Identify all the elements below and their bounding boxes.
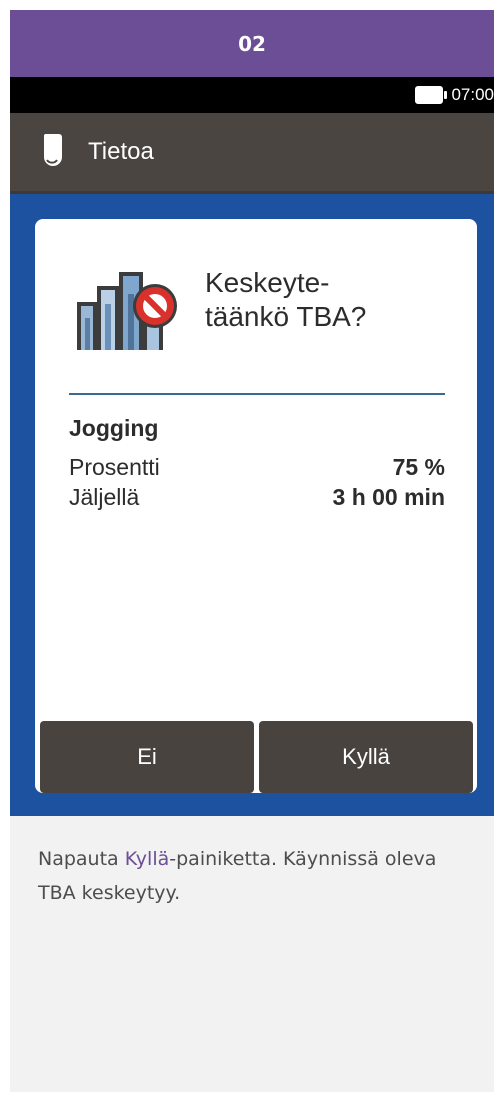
screen-frame: 02 07:00 Tietoa Keskeyte- täänkö TBA? Jo… bbox=[10, 10, 494, 1092]
dialog-question: Keskeyte- täänkö TBA? bbox=[205, 266, 425, 334]
instruction-highlight: Kyllä bbox=[124, 848, 170, 870]
device-content-area: Keskeyte- täänkö TBA? Jogging Prosentti … bbox=[10, 194, 494, 816]
step-number: 02 bbox=[238, 31, 266, 56]
device-status-bar: 07:00 bbox=[10, 77, 494, 113]
status-time: 07:00 bbox=[451, 85, 494, 104]
device-title-bar: Tietoa bbox=[10, 113, 494, 194]
confirm-dialog: Keskeyte- täänkö TBA? Jogging Prosentti … bbox=[35, 219, 477, 793]
info-pump-icon bbox=[43, 134, 62, 166]
percent-value: 75 % bbox=[392, 454, 445, 480]
page-title: Tietoa bbox=[88, 138, 154, 165]
dialog-header: Keskeyte- täänkö TBA? bbox=[73, 264, 425, 352]
instruction-text: Napauta Kyllä-painiketta. Käynnissä olev… bbox=[10, 816, 494, 1092]
remaining-label: Jäljellä bbox=[69, 484, 140, 510]
instruction-prefix: Napauta bbox=[38, 848, 125, 870]
percent-label: Prosentti bbox=[69, 454, 160, 480]
question-line: Keskeyte- täänkö TBA? bbox=[205, 267, 367, 332]
step-header: 02 bbox=[10, 10, 494, 77]
tba-info: Jogging Prosentti 75 % Jäljellä 3 h 00 m… bbox=[69, 415, 445, 512]
info-row-remaining: Jäljellä 3 h 00 min bbox=[69, 482, 445, 512]
no-button[interactable]: Ei bbox=[40, 721, 254, 793]
tba-cancel-icon bbox=[77, 272, 177, 350]
info-row-percent: Prosentti 75 % bbox=[69, 452, 445, 482]
profile-name: Jogging bbox=[69, 415, 159, 441]
dialog-divider bbox=[69, 393, 445, 395]
battery-full-icon bbox=[415, 86, 448, 104]
remaining-value: 3 h 00 min bbox=[332, 484, 445, 510]
yes-button[interactable]: Kyllä bbox=[259, 721, 473, 793]
